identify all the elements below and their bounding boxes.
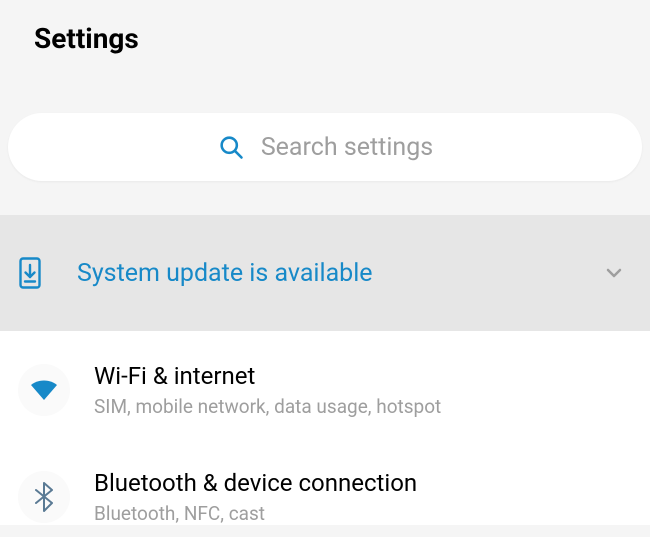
settings-item-bluetooth[interactable]: Bluetooth & device connection Bluetooth,…	[0, 436, 650, 525]
search-placeholder: Search settings	[261, 133, 433, 162]
chevron-down-icon	[602, 261, 626, 285]
settings-item-text: Bluetooth & device connection Bluetooth,…	[94, 468, 417, 525]
bluetooth-icon	[18, 471, 70, 523]
system-update-icon	[18, 257, 42, 289]
page-title: Settings	[0, 0, 650, 55]
search-settings-bar[interactable]: Search settings	[8, 113, 642, 181]
settings-item-subtitle: Bluetooth, NFC, cast	[94, 502, 417, 525]
settings-item-title: Wi-Fi & internet	[94, 361, 441, 391]
settings-item-title: Bluetooth & device connection	[94, 468, 417, 498]
settings-item-subtitle: SIM, mobile network, data usage, hotspot	[94, 395, 441, 418]
wifi-icon	[18, 364, 70, 416]
search-icon	[217, 133, 245, 161]
banner-text: System update is available	[77, 259, 602, 288]
settings-item-wifi[interactable]: Wi-Fi & internet SIM, mobile network, da…	[0, 331, 650, 436]
settings-item-text: Wi-Fi & internet SIM, mobile network, da…	[94, 361, 441, 418]
settings-list: Wi-Fi & internet SIM, mobile network, da…	[0, 331, 650, 525]
system-update-banner[interactable]: System update is available	[0, 215, 650, 331]
